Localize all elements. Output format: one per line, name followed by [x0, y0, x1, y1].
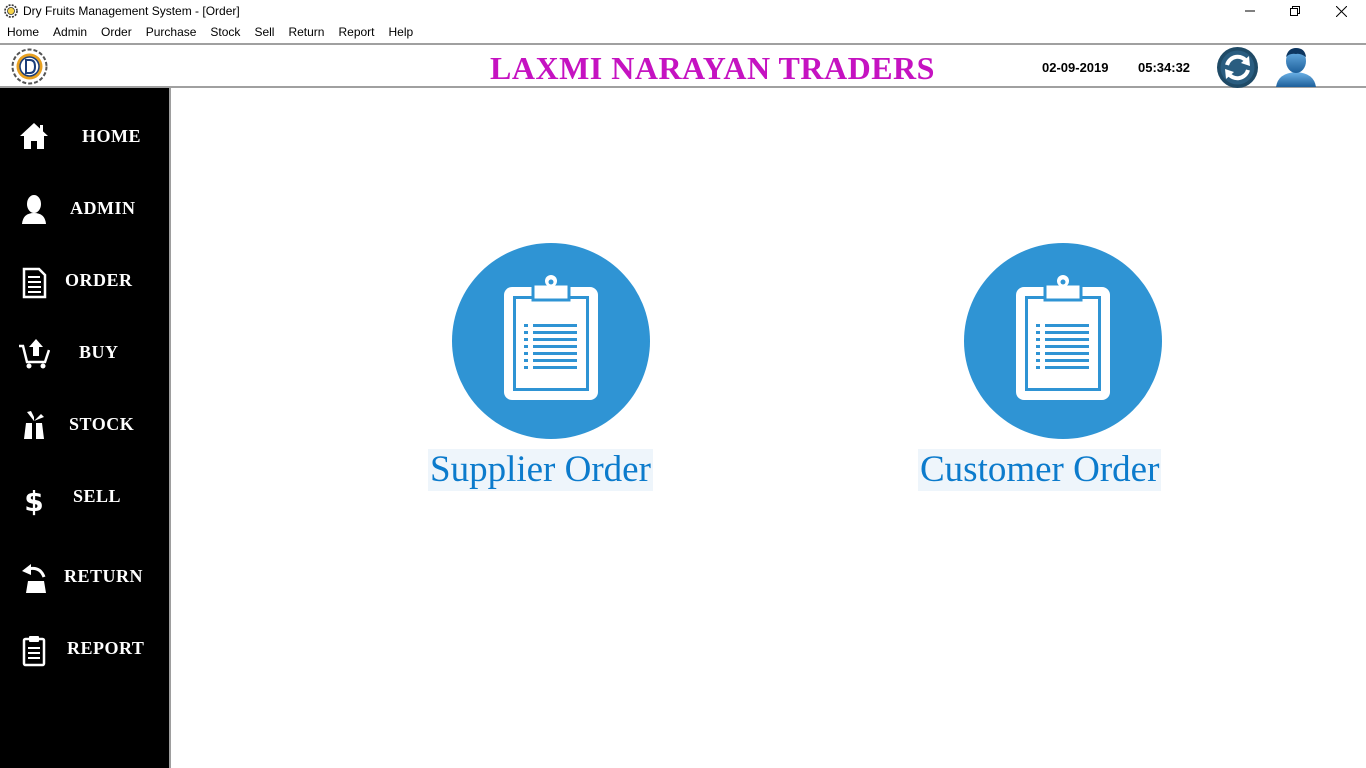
cart-icon — [19, 339, 50, 369]
sidebar-item-sell[interactable]: $ SELL — [0, 471, 169, 521]
company-logo — [11, 48, 48, 85]
restore-button[interactable] — [1272, 0, 1318, 22]
company-title: LAXMI NARAYAN TRADERS — [490, 50, 935, 86]
close-button[interactable] — [1318, 0, 1364, 22]
sidebar-item-label: BUY — [79, 342, 119, 362]
menu-return[interactable]: Return — [281, 22, 331, 42]
sidebar-item-return[interactable]: RETURN — [0, 551, 169, 601]
sidebar-item-order[interactable]: ORDER — [0, 255, 169, 305]
sidebar-item-label: ORDER — [65, 270, 133, 290]
window-title: Dry Fruits Management System - [Order] — [23, 4, 240, 18]
sidebar-item-report[interactable]: REPORT — [0, 623, 169, 673]
sidebar-item-label: SELL — [73, 486, 122, 506]
user-icon — [22, 195, 46, 224]
supplier-order-label[interactable]: Supplier Order — [428, 449, 653, 491]
current-date: 02-09-2019 — [1042, 60, 1109, 75]
document-icon — [22, 267, 47, 299]
menu-home[interactable]: Home — [0, 22, 46, 42]
customer-order-card[interactable]: Customer Order — [918, 242, 1198, 492]
title-bar: Dry Fruits Management System - [Order] — [0, 0, 1366, 22]
sidebar-item-stock[interactable]: STOCK — [0, 399, 169, 449]
user-profile-icon[interactable] — [1272, 47, 1320, 87]
sidebar-item-label: ADMIN — [70, 198, 136, 218]
sidebar-item-label: REPORT — [67, 638, 145, 658]
menu-bar: Home Admin Order Purchase Stock Sell Ret… — [0, 22, 1366, 42]
customer-order-button[interactable] — [964, 243, 1162, 439]
menu-order[interactable]: Order — [94, 22, 139, 42]
clipboard-icon — [1016, 275, 1110, 400]
sidebar-item-label: HOME — [82, 126, 141, 146]
home-icon — [20, 123, 48, 149]
menu-sell[interactable]: Sell — [247, 22, 281, 42]
refresh-icon[interactable] — [1216, 46, 1259, 89]
svg-text:$: $ — [24, 485, 43, 516]
sidebar-item-home[interactable]: HOME — [0, 111, 169, 161]
sidebar-item-label: STOCK — [69, 414, 135, 434]
content-divider — [169, 88, 171, 768]
menu-purchase[interactable]: Purchase — [139, 22, 204, 42]
clipboard-icon — [22, 636, 46, 667]
dollar-icon: $ — [24, 485, 43, 516]
clipboard-icon — [504, 275, 598, 400]
sidebar-item-admin[interactable]: ADMIN — [0, 183, 169, 233]
sidebar: HOME ADMIN ORDER BUY STOCK $ SELL RETURN… — [0, 88, 169, 768]
box-icon — [24, 411, 44, 439]
sidebar-item-label: RETURN — [64, 566, 144, 586]
app-gear-icon — [4, 4, 18, 18]
restore-icon — [1290, 6, 1300, 16]
minimize-button[interactable] — [1227, 0, 1273, 22]
menu-report[interactable]: Report — [331, 22, 381, 42]
current-time: 05:34:32 — [1138, 60, 1191, 75]
menu-admin[interactable]: Admin — [46, 22, 94, 42]
return-icon — [22, 564, 46, 593]
customer-order-label[interactable]: Customer Order — [918, 449, 1162, 491]
menu-help[interactable]: Help — [382, 22, 421, 42]
minimize-icon — [1245, 10, 1255, 12]
supplier-order-button[interactable] — [452, 243, 650, 439]
supplier-order-card[interactable]: Supplier Order — [428, 242, 680, 492]
sidebar-item-buy[interactable]: BUY — [0, 327, 169, 377]
menu-stock[interactable]: Stock — [203, 22, 247, 42]
close-icon — [1335, 5, 1347, 17]
header-bar: LAXMI NARAYAN TRADERS 02-09-2019 05:34:3… — [0, 43, 1366, 88]
